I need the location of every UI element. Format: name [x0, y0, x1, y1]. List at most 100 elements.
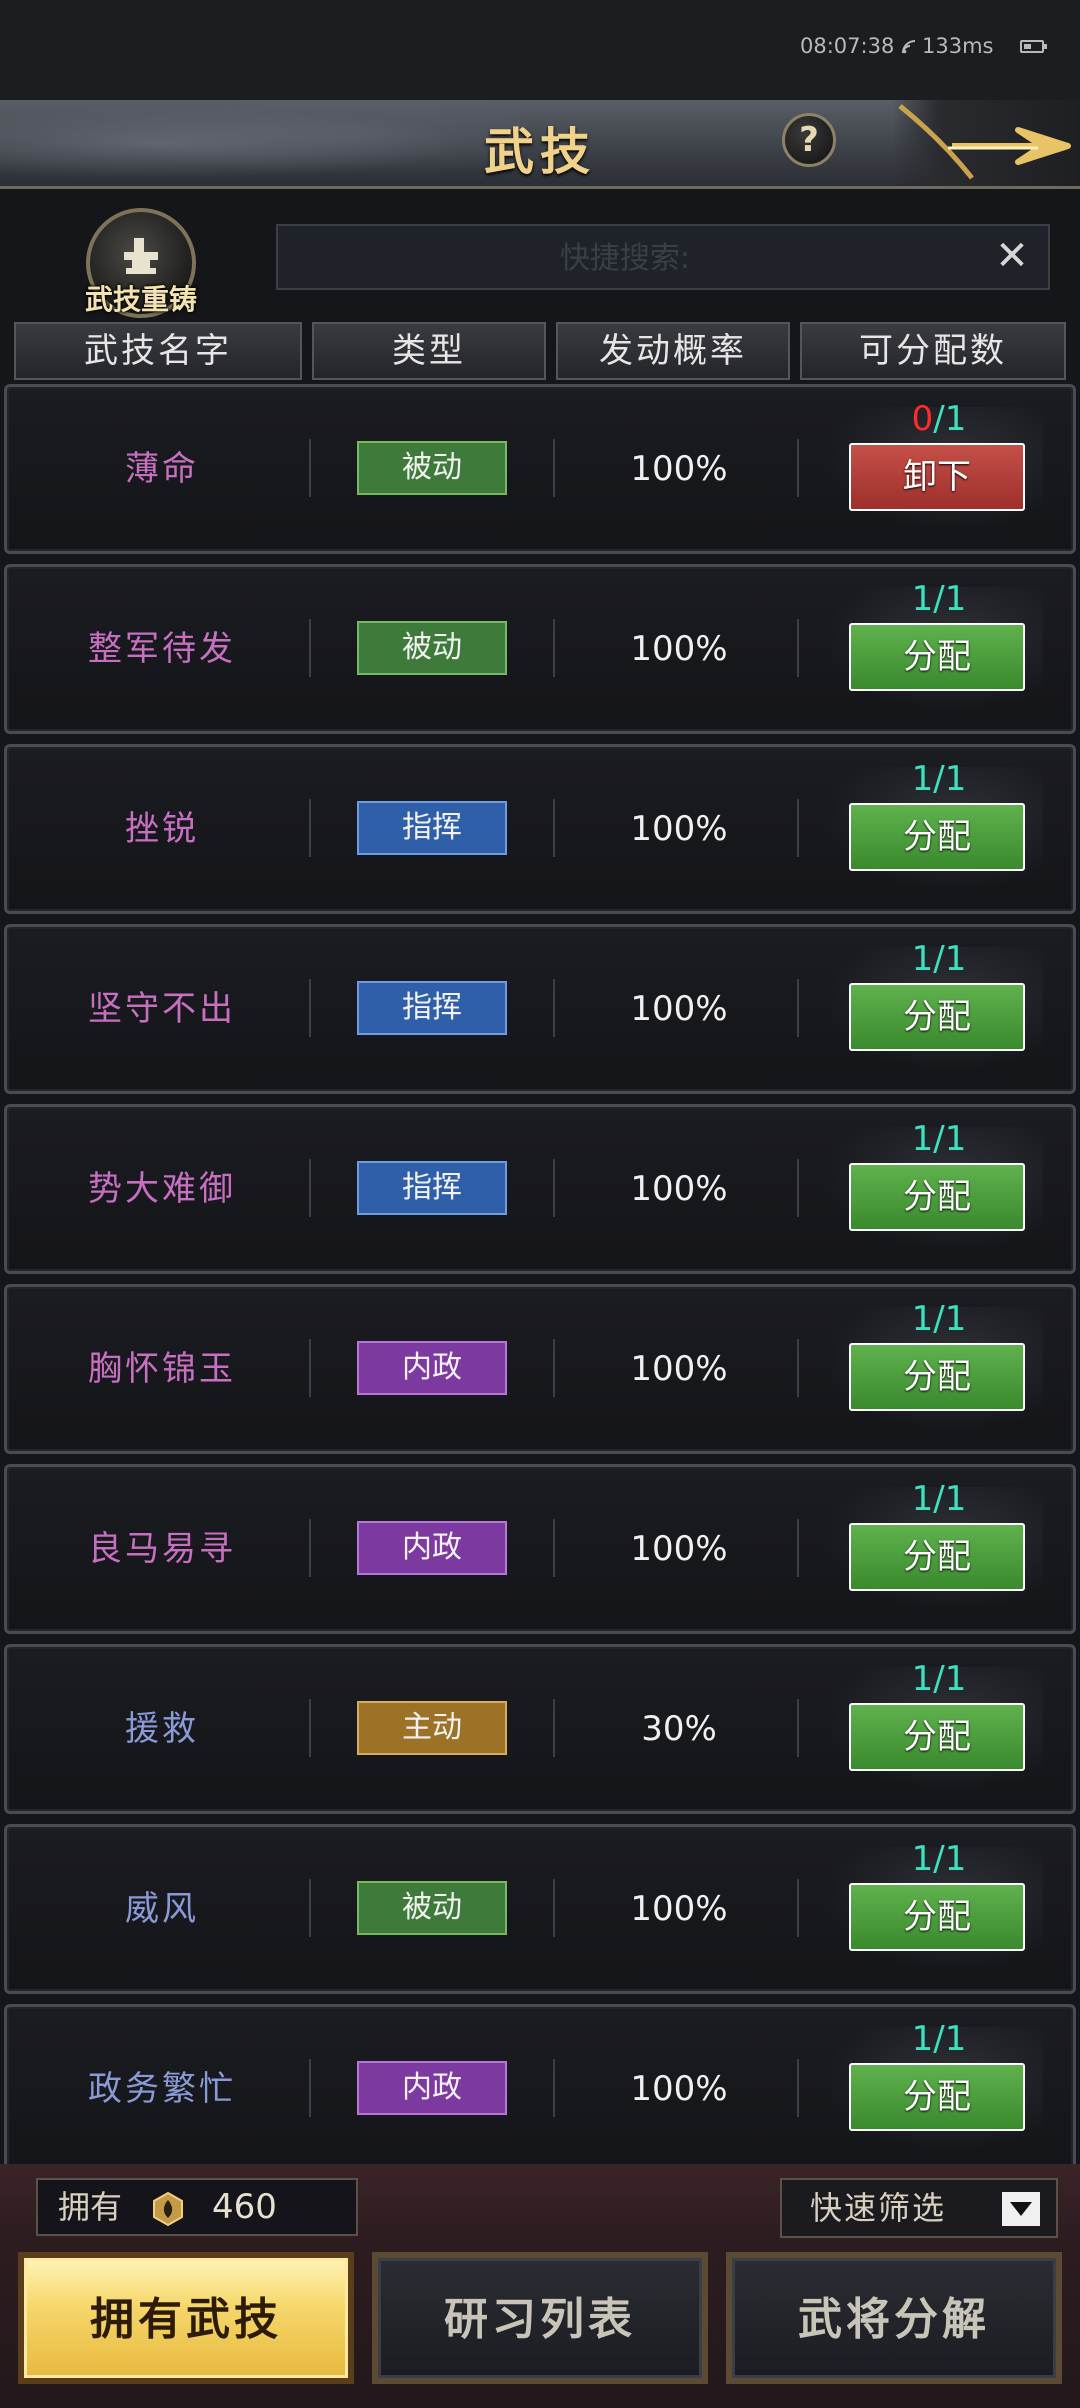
skill-count: 1/1: [849, 1657, 1029, 1701]
count-total: /1: [933, 1299, 967, 1339]
count-used: 1: [911, 2019, 934, 2059]
divider: [309, 1519, 311, 1577]
divider: [553, 1339, 555, 1397]
count-used: 1: [911, 1119, 934, 1159]
assign-button[interactable]: 分配: [849, 1703, 1025, 1771]
count-total: /1: [933, 579, 967, 619]
divider: [797, 1339, 799, 1397]
skill-name: 坚守不出: [88, 989, 236, 1029]
skill-type-badge: 指挥: [357, 1161, 507, 1215]
divider: [553, 619, 555, 677]
skill-type-badge: 内政: [357, 2061, 507, 2115]
skill-count: 0/1: [849, 397, 1029, 441]
count-total: /1: [933, 399, 967, 439]
count-used: 1: [911, 1479, 934, 1519]
status-latency: 133ms: [922, 34, 994, 58]
skill-type-badge: 内政: [357, 1341, 507, 1395]
divider: [797, 979, 799, 1037]
search-box[interactable]: ✕: [276, 224, 1050, 290]
column-header-type: 类型: [312, 322, 546, 380]
tab-owned-skills[interactable]: 拥有武技: [18, 2252, 354, 2384]
skill-rate: 100%: [630, 449, 728, 489]
skill-count: 1/1: [849, 937, 1029, 981]
skill-list[interactable]: 薄命 被动 100% 0/1 卸下 整军待发 被动 100% 1/1 分配 挫锐…: [0, 384, 1080, 2164]
battery-icon: [1020, 40, 1047, 53]
divider: [797, 439, 799, 497]
assign-button[interactable]: 分配: [849, 1883, 1025, 1951]
tab-general-decompose[interactable]: 武将分解: [726, 2252, 1062, 2384]
search-input[interactable]: [278, 226, 972, 290]
divider: [553, 1519, 555, 1577]
column-header-rate: 发动概率: [556, 322, 790, 380]
skill-row: 援救 主动 30% 1/1 分配: [4, 1644, 1076, 1814]
chevron-down-icon: [1002, 2192, 1040, 2226]
count-total: /1: [933, 1839, 967, 1879]
recast-button[interactable]: 武技重铸: [74, 208, 208, 318]
divider: [797, 1699, 799, 1757]
status-bar: 08:07:38 133ms: [0, 0, 1080, 100]
assign-button[interactable]: 分配: [849, 623, 1025, 691]
skill-name: 整军待发: [88, 629, 236, 669]
count-total: /1: [933, 2019, 967, 2059]
divider: [553, 1879, 555, 1937]
owned-value: 460: [212, 2187, 277, 2227]
skill-count: 1/1: [849, 757, 1029, 801]
assign-button[interactable]: 分配: [849, 1523, 1025, 1591]
close-icon[interactable]: ✕: [992, 236, 1032, 276]
assign-button[interactable]: 分配: [849, 2063, 1025, 2131]
skill-row: 整军待发 被动 100% 1/1 分配: [4, 564, 1076, 734]
filter-label: 快速筛选: [810, 2189, 947, 2227]
skill-name: 挫锐: [125, 809, 199, 849]
divider: [553, 799, 555, 857]
divider: [309, 1159, 311, 1217]
column-header-count: 可分配数: [800, 322, 1066, 380]
skill-name: 政务繁忙: [88, 2069, 236, 2109]
tab-study-list[interactable]: 研习列表: [372, 2252, 708, 2384]
divider: [797, 619, 799, 677]
column-header-name: 武技名字: [14, 322, 302, 380]
skill-count: 1/1: [849, 577, 1029, 621]
divider: [553, 1699, 555, 1757]
count-used: 1: [911, 1299, 934, 1339]
arrow-right-icon: [898, 104, 1071, 180]
skill-rate: 100%: [630, 989, 728, 1029]
skill-count: 1/1: [849, 2017, 1029, 2061]
next-button[interactable]: [892, 100, 1080, 186]
skill-count: 1/1: [849, 1297, 1029, 1341]
skill-rate: 100%: [630, 1349, 728, 1389]
skill-name: 援救: [125, 1709, 199, 1749]
signal-icon: [902, 40, 916, 54]
count-used: 1: [911, 1839, 934, 1879]
skill-row: 良马易寻 内政 100% 1/1 分配: [4, 1464, 1076, 1634]
skill-count: 1/1: [849, 1117, 1029, 1161]
count-total: /1: [933, 1659, 967, 1699]
divider: [797, 1879, 799, 1937]
count-total: /1: [933, 939, 967, 979]
divider: [309, 619, 311, 677]
assign-button[interactable]: 分配: [849, 1163, 1025, 1231]
skill-type-badge: 内政: [357, 1521, 507, 1575]
count-total: /1: [933, 1479, 967, 1519]
divider: [797, 1159, 799, 1217]
assign-button[interactable]: 分配: [849, 803, 1025, 871]
assign-button[interactable]: 分配: [849, 1343, 1025, 1411]
divider: [553, 439, 555, 497]
skill-type-badge: 被动: [357, 621, 507, 675]
owned-label: 拥有: [58, 2188, 123, 2226]
status-time: 08:07:38: [800, 34, 895, 58]
skill-count: 1/1: [849, 1837, 1029, 1881]
quick-filter-dropdown[interactable]: 快速筛选: [780, 2178, 1058, 2238]
help-button[interactable]: ?: [782, 113, 836, 167]
count-used: 1: [911, 759, 934, 799]
skill-type-badge: 主动: [357, 1701, 507, 1755]
assign-button[interactable]: 分配: [849, 983, 1025, 1051]
owned-resource: 拥有 460: [36, 2178, 358, 2236]
recast-label: 武技重铸: [84, 283, 197, 316]
skill-row: 坚守不出 指挥 100% 1/1 分配: [4, 924, 1076, 1094]
skill-count: 1/1: [849, 1477, 1029, 1521]
divider: [553, 1159, 555, 1217]
divider: [797, 799, 799, 857]
unequip-button[interactable]: 卸下: [849, 443, 1025, 511]
skill-row: 胸怀锦玉 内政 100% 1/1 分配: [4, 1284, 1076, 1454]
skill-name: 薄命: [125, 449, 199, 489]
